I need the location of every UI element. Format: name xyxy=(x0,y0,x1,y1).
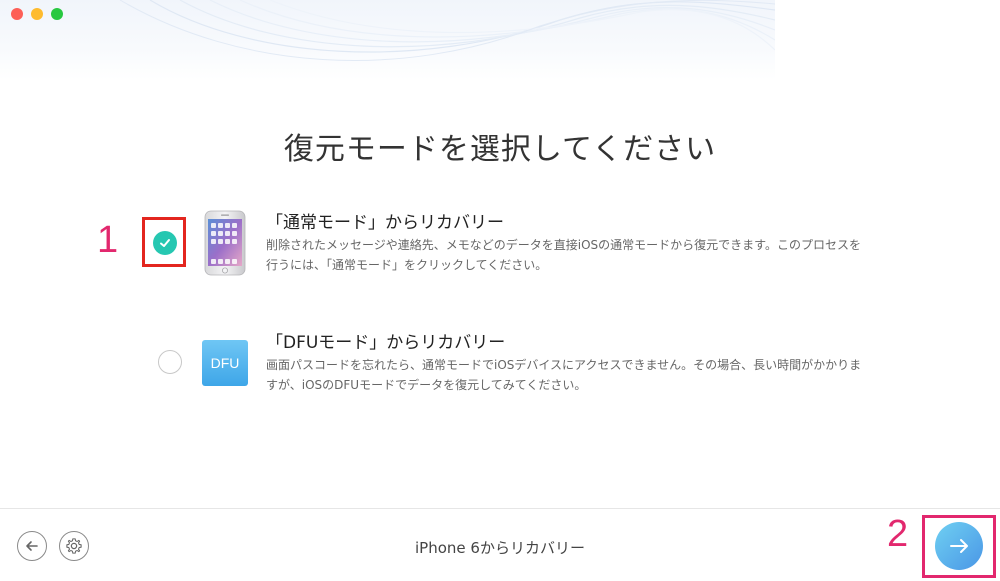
step-annotation-1: 1 xyxy=(97,219,119,261)
radio-dfu-mode[interactable] xyxy=(158,350,182,374)
option-title: 「DFUモード」からリカバリー xyxy=(266,333,506,353)
option-description: 画面パスコードを忘れたら、通常モードでiOSデバイスにアクセスできません。その場… xyxy=(266,358,862,392)
device-label: iPhone 6からリカバリー xyxy=(415,539,585,557)
option-title: 「通常モード」からリカバリー xyxy=(266,213,504,233)
minimize-window-button[interactable] xyxy=(31,8,43,20)
step-annotation-2: 2 xyxy=(887,513,909,555)
header-wave-decoration xyxy=(0,0,775,80)
dfu-icon-label: DFU xyxy=(210,355,240,371)
close-window-button[interactable] xyxy=(11,8,23,20)
footer-bar: iPhone 6からリカバリー 2 xyxy=(0,508,1000,581)
checkmark-icon xyxy=(160,239,170,247)
option-dfu-mode[interactable]: DFU 「DFUモード」からリカバリー 画面パスコードを忘れたら、通常モードでi… xyxy=(0,325,1000,415)
app-window: 復元モードを選択してください 1 「通常モード」からリカバリー 削除されたメッセ… xyxy=(0,0,1000,581)
radio-normal-mode[interactable] xyxy=(153,231,177,255)
iphone-icon xyxy=(204,210,246,276)
option-normal-mode[interactable]: 1 「通常モード」からリカバリー 削除されたメッセージや連絡先、メモなどのデータ… xyxy=(0,205,1000,295)
option-description: 削除されたメッセージや連絡先、メモなどのデータを直接iOSの通常モードから復元で… xyxy=(266,238,861,272)
window-controls xyxy=(11,8,63,20)
next-button[interactable] xyxy=(935,522,983,570)
dfu-icon: DFU xyxy=(202,340,248,386)
zoom-window-button[interactable] xyxy=(51,8,63,20)
arrow-right-icon xyxy=(950,539,968,553)
page-title: 復元モードを選択してください xyxy=(283,132,717,168)
